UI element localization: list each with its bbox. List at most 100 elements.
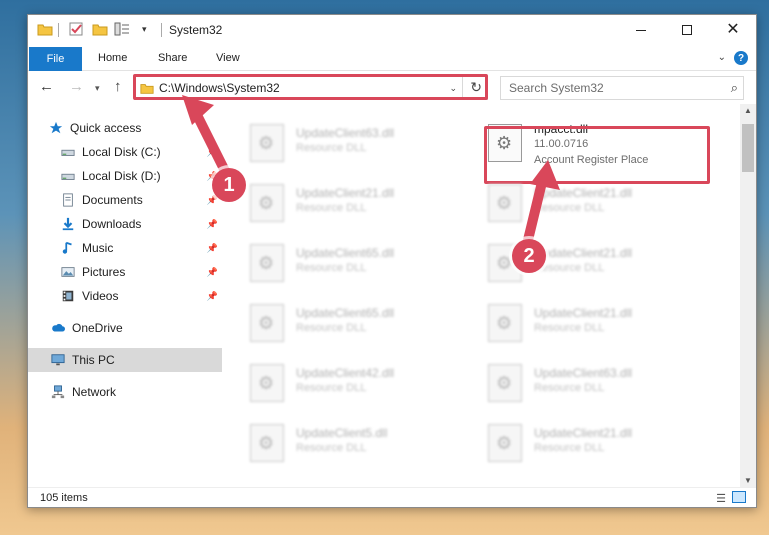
file-tile[interactable]: UpdateClient21.dll Resource DLL — [460, 416, 690, 472]
file-description: Resource DLL — [296, 442, 367, 454]
drive-icon — [61, 149, 75, 156]
file-list: UpdateClient63.dll Resource DLL UpdateCl… — [222, 104, 742, 487]
pin-icon[interactable]: 📌 — [207, 267, 218, 278]
sidebar-item-music[interactable]: Music 📌 — [28, 236, 222, 260]
sidebar-item-downloads[interactable]: Downloads 📌 — [28, 212, 222, 236]
dll-file-icon — [488, 424, 522, 462]
star-icon — [49, 121, 63, 134]
up-button[interactable]: ↑ — [114, 78, 122, 95]
file-tile[interactable]: UpdateClient63.dll Resource DLL — [222, 116, 452, 172]
sidebar-item-label: Local Disk (C:) — [82, 145, 161, 159]
file-name: UpdateClient65.dll — [296, 306, 395, 320]
file-description: Resource DLL — [534, 382, 605, 394]
sidebar-item-label: OneDrive — [72, 321, 123, 335]
toolbar-separator — [58, 23, 59, 37]
pin-icon[interactable]: 📌 — [207, 219, 218, 230]
sidebar-item-videos[interactable]: Videos 📌 — [28, 284, 222, 308]
file-description: Resource DLL — [534, 322, 605, 334]
dll-file-icon — [488, 304, 522, 342]
file-description: Resource DLL — [534, 442, 605, 454]
minimize-button[interactable] — [618, 15, 664, 45]
network-icon — [51, 385, 65, 399]
item-count: 105 items — [40, 492, 88, 504]
sidebar-item-network[interactable]: Network — [28, 380, 222, 404]
folder-icon[interactable] — [37, 21, 53, 37]
download-icon — [62, 217, 74, 231]
file-tile[interactable]: UpdateClient42.dll Resource DLL — [222, 356, 452, 412]
file-tile[interactable]: UpdateClient21.dll Resource DLL — [222, 176, 452, 232]
file-tile[interactable]: UpdateClient21.dll Resource DLL — [460, 176, 690, 232]
close-button[interactable]: ✕ — [710, 15, 756, 45]
pictures-icon — [61, 267, 75, 277]
ribbon-tabs: File Home Share View ⌄ ? — [28, 45, 756, 71]
sidebar-item-pictures[interactable]: Pictures 📌 — [28, 260, 222, 284]
scroll-thumb[interactable] — [742, 124, 754, 172]
file-name: UpdateClient65.dll — [296, 246, 395, 260]
sidebar-item-label: Videos — [82, 289, 119, 303]
tab-share[interactable]: Share — [158, 52, 187, 64]
sidebar-item-label: Quick access — [70, 121, 142, 135]
maximize-button[interactable] — [664, 15, 710, 45]
search-box[interactable]: Search System32 ⌕ — [500, 76, 744, 100]
documents-icon — [63, 193, 73, 207]
file-tile[interactable]: UpdateClient21.dll Resource DLL — [460, 296, 690, 352]
file-name: UpdateClient5.dll — [296, 426, 388, 440]
scroll-down-icon[interactable]: ▼ — [744, 476, 752, 485]
details-view-icon[interactable]: ☰ — [716, 492, 726, 505]
recent-locations-icon[interactable]: ▾ — [95, 83, 100, 94]
sidebar-item-label: Pictures — [82, 265, 126, 279]
vertical-scrollbar[interactable]: ▲ ▼ — [740, 104, 756, 487]
file-name: UpdateClient63.dll — [534, 366, 633, 380]
file-tile[interactable]: UpdateClient5.dll Resource DLL — [222, 416, 452, 472]
status-bar: 105 items ☰ — [28, 487, 756, 507]
step-badge-2: 2 — [512, 239, 546, 273]
sidebar-item-onedrive[interactable]: OneDrive — [28, 316, 222, 340]
navigation-bar: ← → ▾ ↑ C:\Windows\System32 ⌄ ↻ Search S… — [28, 72, 756, 104]
dll-file-icon — [250, 304, 284, 342]
pin-icon[interactable]: 📌 — [207, 291, 218, 302]
sidebar-item-documents[interactable]: Documents 📌 — [28, 188, 222, 212]
sidebar-item-label: This PC — [72, 353, 115, 367]
expand-ribbon-icon[interactable]: ⌄ — [718, 52, 726, 63]
title-separator — [161, 23, 162, 37]
title-bar: ▾ System32 ✕ — [28, 15, 756, 45]
annotation-arrow-2 — [523, 160, 560, 245]
search-icon: ⌕ — [730, 80, 738, 95]
tab-home[interactable]: Home — [98, 52, 127, 64]
customize-toolbar-icon[interactable]: ▾ — [142, 24, 158, 40]
pin-icon[interactable]: 📌 — [207, 243, 218, 254]
scroll-up-icon[interactable]: ▲ — [744, 106, 752, 115]
file-description: Resource DLL — [296, 322, 367, 334]
file-name: UpdateClient21.dll — [534, 306, 633, 320]
file-description: Resource DLL — [296, 202, 367, 214]
tiles-view-icon[interactable] — [732, 491, 746, 503]
file-name: UpdateClient42.dll — [296, 366, 395, 380]
drive-icon — [61, 173, 75, 180]
sidebar-item-this-pc[interactable]: This PC — [28, 348, 222, 372]
layout-icon[interactable] — [114, 21, 130, 37]
back-button[interactable]: ← — [39, 78, 54, 95]
new-folder-icon[interactable] — [92, 21, 108, 37]
properties-icon[interactable] — [68, 21, 84, 37]
dll-file-icon — [250, 364, 284, 402]
file-tile[interactable]: UpdateClient63.dll Resource DLL — [460, 356, 690, 412]
dll-file-icon — [488, 364, 522, 402]
file-tile[interactable]: UpdateClient65.dll Resource DLL — [222, 296, 452, 352]
file-tile[interactable]: UpdateClient65.dll Resource DLL — [222, 236, 452, 292]
window-title: System32 — [169, 23, 223, 37]
sidebar-item-label: Music — [82, 241, 114, 255]
file-tile[interactable]: UpdateClient21.dll Resource DLL — [460, 236, 690, 292]
file-name: UpdateClient21.dll — [534, 426, 633, 440]
close-icon: ✕ — [726, 21, 740, 38]
music-icon — [62, 241, 72, 254]
help-icon[interactable]: ? — [734, 51, 748, 65]
maximize-icon — [682, 25, 692, 35]
file-description: Resource DLL — [534, 262, 605, 274]
minimize-icon — [636, 29, 646, 31]
search-input[interactable]: Search System32 — [509, 81, 604, 95]
tab-view[interactable]: View — [216, 52, 240, 64]
sidebar-item-label: Downloads — [82, 217, 142, 231]
forward-button[interactable]: → — [69, 78, 84, 95]
tab-file[interactable]: File — [29, 47, 82, 71]
file-name: UpdateClient63.dll — [296, 126, 395, 140]
